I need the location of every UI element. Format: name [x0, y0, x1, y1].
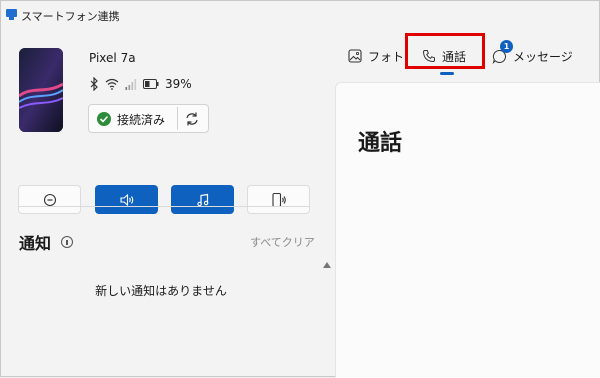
refresh-icon[interactable]	[179, 109, 205, 129]
left-pane: Pixel 7a 39% 接続済み 通知 すべてクリア 新しい通知はありません	[0, 30, 331, 377]
notifications-heading: 通知	[19, 234, 52, 253]
media-button[interactable]	[171, 185, 234, 214]
info-icon[interactable]	[61, 236, 73, 248]
connection-status-button[interactable]: 接続済み	[89, 105, 177, 132]
connection-separator	[177, 107, 178, 130]
app-logo-icon	[6, 9, 17, 20]
tab-photos-label: フォト	[368, 49, 405, 64]
message-count-badge: 1	[500, 40, 513, 53]
empty-notifications-message: 新しい通知はありません	[95, 284, 227, 298]
app-title: スマートフォン連携	[21, 10, 120, 23]
speaker-icon	[119, 193, 133, 206]
title-bar: スマートフォン連携	[0, 0, 600, 30]
calls-content-pane: 通話	[335, 82, 600, 378]
clear-all-button[interactable]: すべてクリア	[250, 234, 315, 250]
scroll-up-arrow-icon[interactable]	[323, 262, 331, 268]
check-circle-icon	[97, 112, 111, 126]
connection-status-label: 接続済み	[117, 113, 166, 127]
device-name: Pixel 7a	[89, 51, 136, 65]
phone-audio-button[interactable]	[247, 185, 310, 214]
selected-tab-indicator	[440, 72, 454, 75]
battery-percentage: 39%	[165, 77, 192, 91]
connection-control: 接続済み	[88, 104, 209, 133]
tab-messages-label: メッセージ	[513, 49, 573, 64]
signal-icon	[125, 79, 137, 90]
annotation-highlight-box	[405, 33, 485, 69]
battery-icon	[143, 79, 159, 89]
section-divider	[18, 206, 310, 207]
photo-icon	[348, 49, 362, 63]
calls-page-title: 通話	[358, 131, 403, 156]
bluetooth-icon	[90, 77, 98, 91]
phone-image	[19, 48, 63, 132]
tab-photos[interactable]: フォト	[348, 42, 404, 70]
do-not-disturb-icon	[43, 193, 56, 206]
music-note-icon	[196, 193, 208, 206]
do-not-disturb-button[interactable]	[18, 185, 81, 214]
wifi-icon	[105, 78, 119, 90]
device-status-row: 39%	[89, 76, 192, 92]
audio-button[interactable]	[95, 185, 158, 214]
